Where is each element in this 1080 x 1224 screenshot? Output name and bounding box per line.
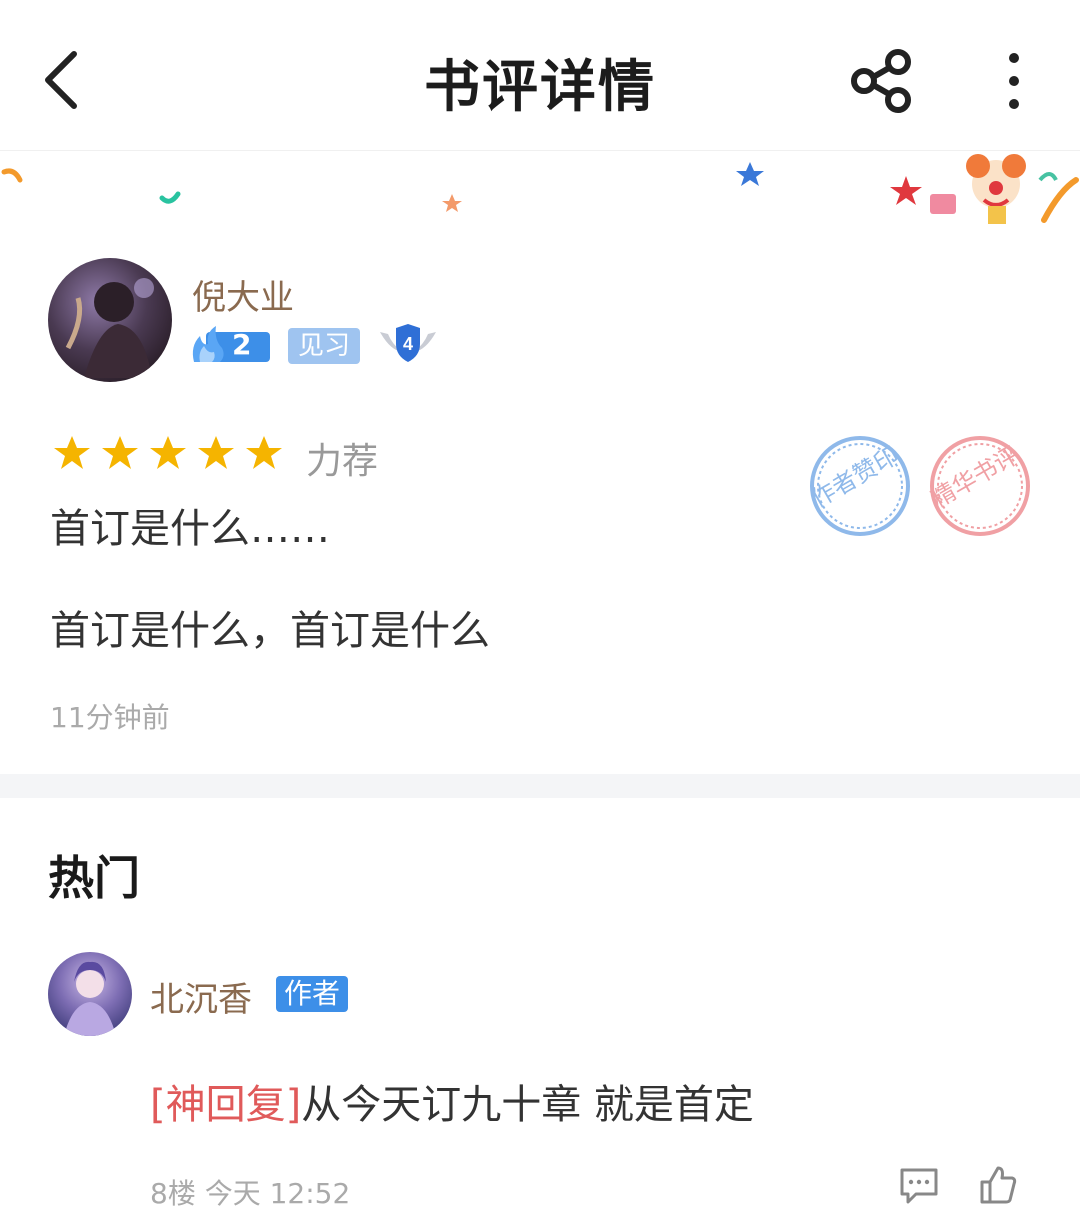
- review-title: 首订是什么……: [50, 506, 330, 552]
- rating-stars: [54, 436, 282, 469]
- god-reply-tag: [神回复]: [150, 1082, 302, 1128]
- review-body: 首订是什么，首订是什么: [50, 608, 490, 654]
- featured-review-seal: 精华书评: [928, 436, 1030, 536]
- level-badge: [192, 326, 270, 362]
- hot-section-title: 热门: [48, 851, 140, 905]
- reply-button[interactable]: [898, 1166, 940, 1206]
- star-icon: [54, 436, 90, 469]
- avatar-image: [65, 278, 154, 378]
- share-icon: [851, 49, 911, 113]
- comment-text: 从今天订九十章 就是首定: [301, 1082, 754, 1128]
- section-divider: [0, 774, 1080, 798]
- rank-title-badge: 见习: [288, 328, 360, 364]
- svg-text:4: 4: [403, 334, 413, 354]
- wing-shield-icon: 4: [380, 324, 436, 362]
- like-button[interactable]: [978, 1164, 1018, 1206]
- author-tag: 作者: [276, 976, 348, 1012]
- star-icon: [150, 436, 186, 469]
- top-bar: 书评详情: [0, 0, 1080, 151]
- level-number: 2: [232, 328, 252, 361]
- author-praise-seal: 作者赞印: [808, 436, 910, 536]
- star-icon: [246, 436, 282, 469]
- svg-text:作者赞印: 作者赞印: [808, 441, 904, 513]
- commenter-name[interactable]: 北沉香: [150, 972, 252, 1021]
- comment-body: [神回复]从今天订九十章 就是首定: [150, 1072, 754, 1130]
- more-vertical-icon: [1009, 53, 1019, 109]
- confetti-decoration: [1, 154, 1079, 224]
- reviewer-name[interactable]: 倪大业: [192, 270, 294, 319]
- avatar-image: [64, 961, 116, 1036]
- page-title: 书评详情: [424, 55, 656, 120]
- comment-meta: 8楼 今天 12:52: [150, 1177, 351, 1210]
- review-time: 11分钟前: [50, 701, 170, 734]
- comment-icon: [900, 1168, 938, 1204]
- commenter-avatar[interactable]: [48, 952, 132, 1036]
- more-button[interactable]: [992, 46, 1036, 116]
- thumbs-up-icon: [980, 1166, 1017, 1204]
- star-icon: [102, 436, 138, 469]
- rating-label: 力荐: [306, 441, 379, 482]
- reviewer-avatar[interactable]: [48, 258, 172, 382]
- wing-level-badge: 4: [378, 322, 438, 366]
- star-icon: [198, 436, 234, 469]
- svg-text:精华书评: 精华书评: [928, 441, 1024, 513]
- share-button[interactable]: [846, 46, 916, 116]
